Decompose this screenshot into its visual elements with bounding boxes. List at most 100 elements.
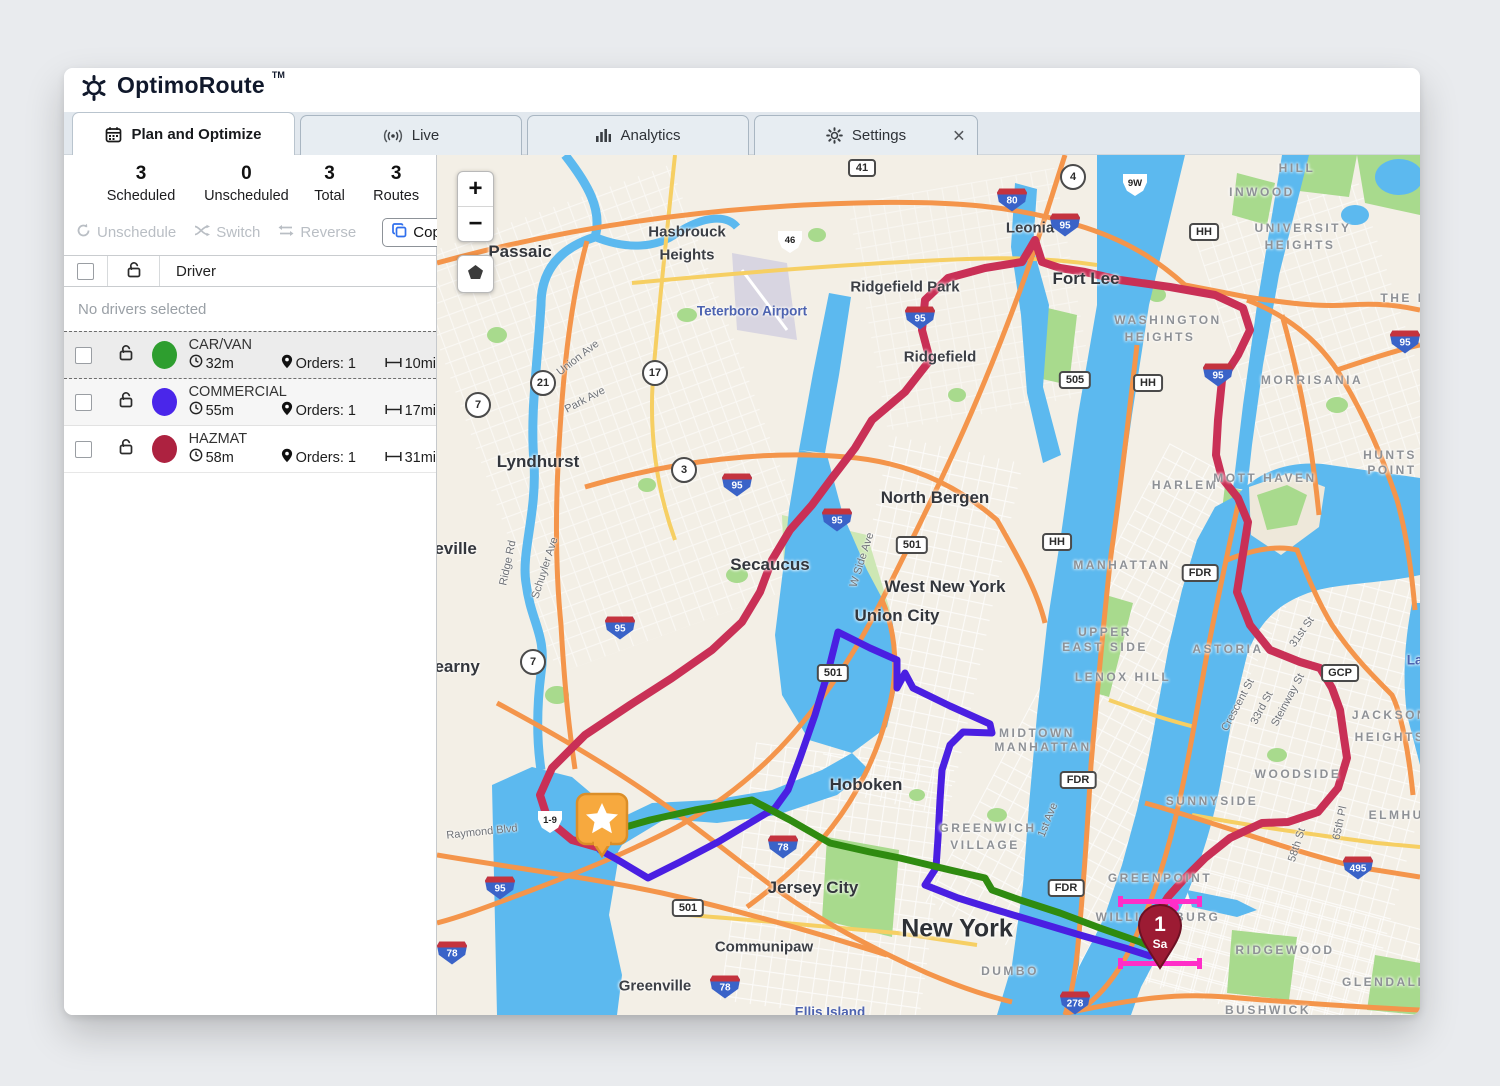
map-label: Teterboro Airport <box>697 304 807 319</box>
map-label: HEIGHTS <box>1355 730 1420 744</box>
stat-value: 0 <box>196 163 297 185</box>
select-all-checkbox[interactable] <box>77 263 94 280</box>
route-sidebar: 3 Scheduled 0 Unscheduled 3 Total 3 Rout… <box>64 155 437 1015</box>
svg-text:Sa: Sa <box>1153 937 1168 951</box>
tab-live[interactable]: Live <box>300 115 522 155</box>
map-label: GREENWICH <box>939 821 1036 835</box>
duration-value: 55m <box>206 402 234 420</box>
map-label: GREENPOINT <box>1108 871 1212 885</box>
map-label: EAST SIDE <box>1062 640 1148 654</box>
road-shield: HH <box>1042 533 1072 551</box>
route-toolbar: Unschedule Switch Reverse Copy <box>64 204 436 255</box>
map-label: MANHATTAN <box>1073 558 1170 572</box>
road-shield: 505 <box>1059 371 1091 389</box>
stop-marker-1[interactable]: 1 Sa <box>1137 903 1183 976</box>
orders-value: Orders: 1 <box>296 355 356 373</box>
road-shield: 7 <box>465 392 491 418</box>
tab-plan-and-optimize[interactable]: Plan and Optimize <box>72 112 295 155</box>
map-label: Communipaw <box>715 939 813 956</box>
distance-icon <box>385 449 402 467</box>
route-color-dot <box>152 388 177 416</box>
stat-value: 3 <box>366 163 426 185</box>
tab-analytics[interactable]: Analytics <box>527 115 749 155</box>
road-shield: 95 <box>722 474 752 497</box>
map-label: ASTORIA <box>1192 642 1263 656</box>
lock-icon[interactable] <box>118 438 134 460</box>
route-map[interactable]: PassaicHasbrouckHeightsRidgefield ParkLe… <box>437 155 1420 1015</box>
map-label: MIDTOWN <box>999 726 1075 740</box>
map-label: 65th Pl <box>1331 805 1350 841</box>
polygon-select-button[interactable] <box>457 255 494 293</box>
route-color-dot <box>152 435 177 463</box>
map-label: Heights <box>659 247 714 264</box>
lock-icon[interactable] <box>118 391 134 413</box>
road-shield: 21 <box>530 370 556 396</box>
road-shield: 78 <box>768 836 798 859</box>
pin-icon <box>281 401 293 421</box>
map-label: North Bergen <box>881 488 990 508</box>
map-label: MORRISANIA <box>1261 373 1363 387</box>
close-tab-icon[interactable]: × <box>953 125 965 146</box>
no-drivers-message: No drivers selected <box>64 287 436 331</box>
map-label: Hasbrouck <box>648 224 726 241</box>
map-label: Union City <box>855 606 940 626</box>
road-shield: 95 <box>605 617 635 640</box>
unschedule-button[interactable]: Unschedule <box>76 223 176 242</box>
road-shield: 7 <box>520 649 546 675</box>
app-header: OptimoRoute TM <box>64 68 1420 112</box>
bar-chart-icon <box>595 128 611 143</box>
stat-label: Total <box>299 188 361 204</box>
stat-value: 3 <box>86 163 196 185</box>
driver-name: CAR/VAN <box>189 337 436 354</box>
lock-icon[interactable] <box>118 344 134 366</box>
row-checkbox[interactable] <box>75 347 92 364</box>
map-label: Passaic <box>488 242 551 262</box>
distance-value: 31mi <box>405 449 436 467</box>
road-shield: 3 <box>671 457 697 483</box>
map-label: Hoboken <box>830 775 903 795</box>
road-shield: FDR <box>1060 771 1097 789</box>
road-shield: 80 <box>997 189 1027 212</box>
row-checkbox[interactable] <box>75 394 92 411</box>
map-label: Lyndhurst <box>497 452 579 472</box>
switch-button[interactable]: Switch <box>194 224 260 241</box>
zoom-out-button[interactable]: − <box>458 206 493 241</box>
refresh-icon <box>76 223 91 242</box>
driver-row-hazmat[interactable]: HAZMAT 58m Orders: 1 31mi <box>64 426 436 473</box>
map-label: Schuyler Ave <box>529 536 560 601</box>
zoom-in-button[interactable]: + <box>458 172 493 206</box>
map-label: Secaucus <box>730 555 809 575</box>
row-checkbox[interactable] <box>75 441 92 458</box>
map-label: 31st St <box>1287 615 1316 650</box>
stat-total: 3 Total <box>299 163 361 204</box>
distance-value: 17mi <box>405 402 436 420</box>
road-shield: 1-9 <box>538 811 562 833</box>
stat-label: Scheduled <box>86 188 196 204</box>
map-label: UPPER <box>1078 625 1132 639</box>
road-shield: 501 <box>817 664 849 682</box>
map-label: Park Ave <box>563 384 607 415</box>
depot-marker[interactable] <box>575 792 629 863</box>
calendar-icon <box>105 126 122 143</box>
map-label: 1st Ave <box>1036 801 1061 839</box>
driver-row-commercial[interactable]: COMMERCIAL 55m Orders: 1 17mi <box>64 379 436 426</box>
map-label: HARLEM <box>1152 478 1218 492</box>
road-shield: 9W <box>1123 174 1147 196</box>
map-label: UNIVERSITY <box>1254 221 1351 235</box>
map-label: WASHINGTON <box>1114 313 1221 327</box>
logo-text: OptimoRoute <box>117 72 265 99</box>
tab-settings[interactable]: Settings × <box>754 115 978 155</box>
road-shield: 4 <box>1060 164 1086 190</box>
map-label: Union Ave <box>555 338 602 378</box>
reverse-button[interactable]: Reverse <box>278 224 356 241</box>
tab-label: Analytics <box>620 127 680 144</box>
logo-gear-icon <box>78 72 110 109</box>
tab-label: Plan and Optimize <box>131 126 261 143</box>
map-label: Ridgefield <box>904 349 977 366</box>
map-label: Leonia <box>1006 220 1054 237</box>
map-label: POINT <box>1367 463 1416 477</box>
pin-icon <box>281 354 293 374</box>
map-label: Crescent St <box>1219 677 1257 733</box>
unschedule-label: Unschedule <box>97 224 176 241</box>
driver-row-carvan[interactable]: CAR/VAN 32m Orders: 1 10mi <box>64 331 436 379</box>
